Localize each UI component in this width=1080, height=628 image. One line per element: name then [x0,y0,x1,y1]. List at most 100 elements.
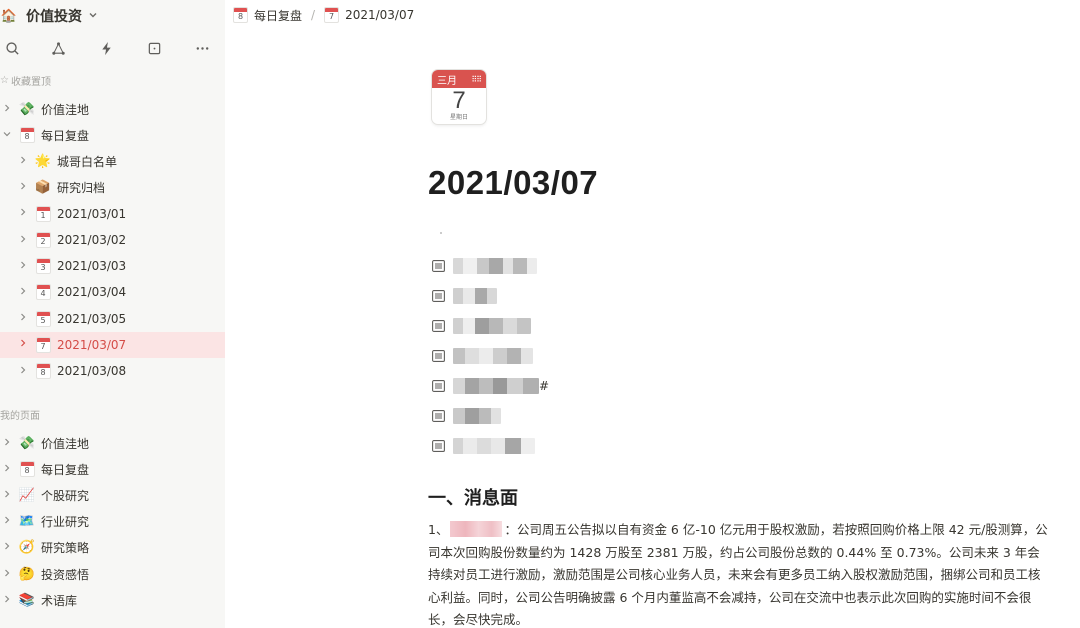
document-icon [432,380,445,392]
breadcrumb-label: 每日复盘 [254,8,303,23]
chart-up-icon: 📈 [18,487,36,503]
sidebar-item[interactable]: 🤔 投资感悟 [0,561,225,587]
calendar-icon: 4 [34,283,52,301]
divider-dot [440,232,442,234]
sidebar-item-label: 2021/03/01 [57,206,127,221]
workspace-switcher[interactable]: 🏠 价值投资 [0,4,98,28]
sidebar-item-label: 2021/03/08 [57,364,127,378]
thinking-face-icon: 🤔 [18,566,36,582]
blurred-text [453,408,501,424]
document-icon [432,350,445,362]
sidebar-item-label: 2021/03/03 [57,259,127,274]
chevron-right-icon[interactable] [18,287,28,298]
sidebar-item[interactable]: 🌟 城哥白名单 [0,148,225,174]
sidebar-item-label: 2021/03/07 [57,337,127,352]
sidebar-item[interactable]: 📈 个股研究 [0,482,225,508]
sidebar-item[interactable]: 5 2021/03/05 [0,306,225,332]
sidebar-item[interactable]: 7 2021/03/07 [0,331,225,358]
chevron-down-icon[interactable] [2,130,12,141]
sidebar-item[interactable]: 8 2021/03/08 [0,358,225,384]
blurred-text [453,258,537,274]
chevron-right-icon[interactable] [18,208,28,219]
more-icon[interactable] [190,36,214,60]
blurred-text [453,288,497,304]
chevron-right-icon[interactable] [2,516,12,527]
sidebar-item[interactable]: 8 每日复盘 [0,122,225,148]
sidebar-item[interactable]: 📚 术语库 [0,587,225,613]
sidebar-item[interactable]: 💸 价值洼地 [0,430,225,456]
sidebar-item[interactable]: 🧭 研究策略 [0,535,225,561]
calendar-icon: 2 [34,231,52,249]
subpage-link[interactable] [432,285,497,307]
sidebar-item[interactable]: 8 每日复盘 [0,456,225,482]
sidebar-item[interactable]: 4 2021/03/04 [0,279,225,305]
sidebar-item-label: 研究归档 [57,181,106,196]
chevron-right-icon[interactable] [2,104,12,115]
sidebar-item[interactable]: 2 2021/03/02 [0,227,225,253]
sidebar-item[interactable]: 📦 研究归档 [0,175,225,201]
calendar-icon: 5 [34,310,52,328]
subpage-link[interactable] [432,405,501,427]
blurred-text [453,348,533,364]
pages-label: 我的页面 [0,407,40,422]
calendar-icon: 8 [233,7,248,23]
subpage-link[interactable]: # [432,375,549,397]
blurred-company-name [450,521,503,537]
chevron-right-icon[interactable] [18,366,28,377]
package-icon: 📦 [34,180,52,196]
page-calendar-icon[interactable]: 三月 ⠿⠿ 7 星期日 [432,70,486,124]
breadcrumb-label: 2021/03/07 [345,8,415,22]
books-icon: 📚 [18,592,36,608]
subpage-link[interactable] [432,345,533,367]
blurred-text [453,318,531,334]
page-icon-day: 7 [452,87,466,114]
search-icon[interactable] [0,36,24,60]
house-emoji-icon: 🏠 [0,8,18,24]
favorites-label: ☆ 收藏置顶 [0,73,51,88]
breadcrumb-separator: / [311,8,316,22]
chevron-right-icon[interactable] [2,542,12,553]
sidebar-item-label: 行业研究 [41,515,90,530]
sidebar-item[interactable]: 3 2021/03/03 [0,253,225,279]
subpage-link[interactable] [432,435,535,457]
new-page-icon[interactable] [142,36,166,60]
pages-label-text: 我的页面 [0,411,40,422]
chevron-right-icon[interactable] [18,261,28,272]
dots-icon: ⠿⠿ [471,74,482,84]
chevron-right-icon[interactable] [18,156,28,167]
sidebar-item-label: 每日复盘 [41,462,90,477]
breadcrumb-item-daily-review[interactable]: 8 每日复盘 [233,7,302,24]
chevron-right-icon[interactable] [2,595,12,606]
sidebar-item[interactable]: 💸 价值洼地 [0,96,225,122]
graph-icon[interactable] [46,36,70,60]
sidebar-item-label: 2021/03/02 [57,233,127,247]
chevron-right-icon[interactable] [2,569,12,580]
sidebar-item[interactable]: 1 2021/03/01 [0,201,225,227]
subpage-link[interactable] [432,255,537,277]
chevron-right-icon[interactable] [18,339,28,350]
chevron-right-icon[interactable] [2,464,12,475]
news-paragraph: 1、 ：公司周五公告拟以自有资金 6 亿-10 亿元用于股权激励，若按照回购价格上… [428,519,1048,628]
chevron-right-icon[interactable] [18,313,28,324]
sidebar-item-label: 2021/03/05 [57,311,127,326]
paragraph-text: ：公司周五公告拟以自有资金 6 亿-10 亿元用于股权激励，若按照回购价格上限 … [428,522,1048,627]
chevron-right-icon[interactable] [2,438,12,449]
subpage-link[interactable] [432,315,531,337]
favorites-label-text: 收藏置顶 [10,77,51,88]
sidebar-item-label: 价值洼地 [41,436,90,451]
section-heading: 一、消息面 [428,488,518,509]
chevron-down-icon [88,10,98,23]
toc-suffix: # [539,379,550,393]
sidebar-toolbar [0,36,225,60]
chevron-right-icon[interactable] [18,182,28,193]
calendar-icon: 1 [34,205,52,223]
chevron-right-icon[interactable] [2,490,12,501]
chevron-right-icon[interactable] [18,235,28,246]
lightning-icon[interactable] [94,36,118,60]
calendar-icon: 8 [18,460,36,478]
page-title[interactable]: 2021/03/07 [428,164,598,202]
breadcrumb-item-current[interactable]: 7 2021/03/07 [324,7,414,23]
sidebar-item[interactable]: 🗺️ 行业研究 [0,509,225,535]
calendar-icon: 3 [34,257,52,275]
compass-icon: 🧭 [18,540,36,556]
